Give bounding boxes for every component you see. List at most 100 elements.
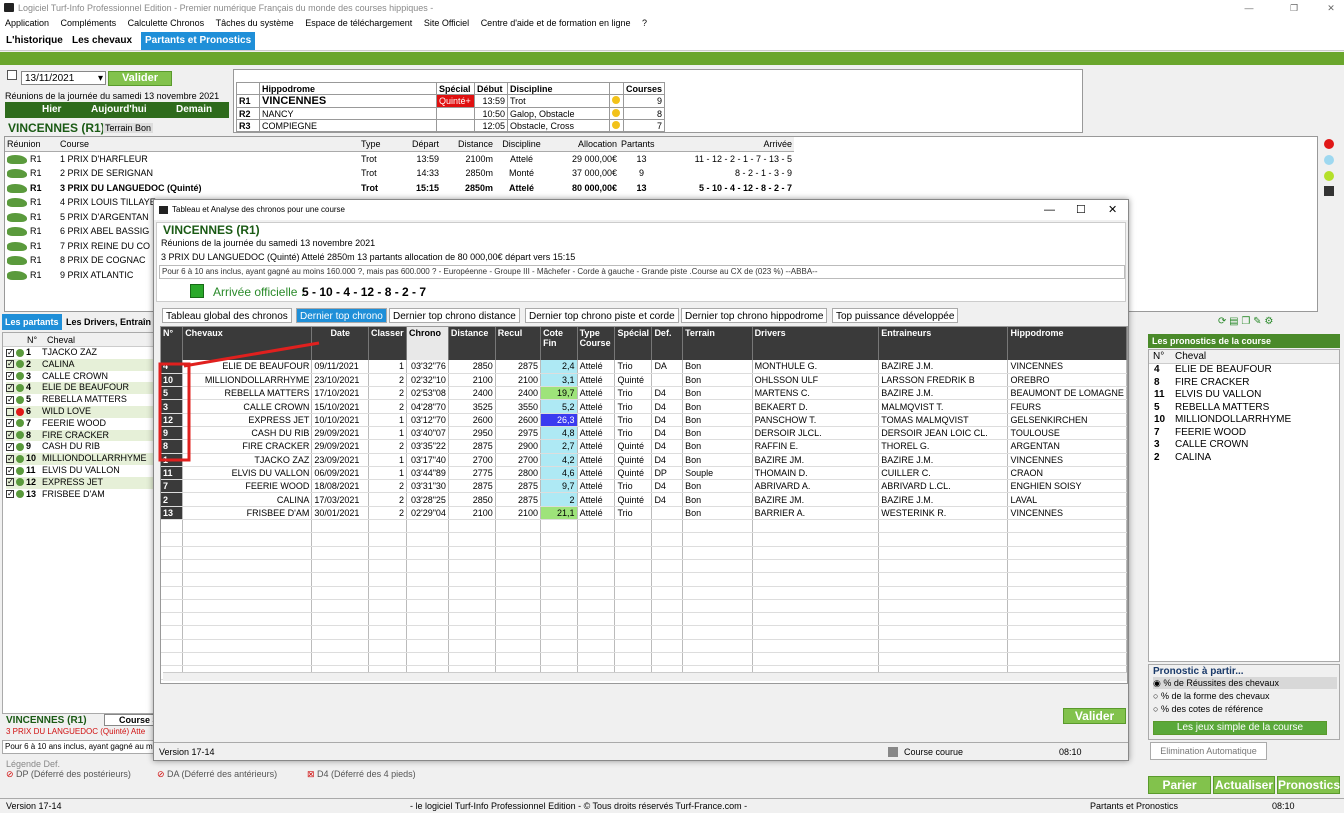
dialog-validate-button[interactable]: Valider: [1063, 708, 1126, 724]
menu-site[interactable]: Site Officiel: [424, 18, 469, 28]
menu-telechargement[interactable]: Espace de téléchargement: [305, 18, 412, 28]
checkbox-checked[interactable]: [6, 488, 14, 500]
copy-icon[interactable]: ❐: [1241, 316, 1250, 327]
list-item[interactable]: 2 CALINA: [1154, 452, 1339, 465]
checkbox-checked[interactable]: [6, 429, 14, 441]
list-item[interactable]: 11 ELVIS DU VALLON: [6, 465, 153, 477]
checkbox-unchecked[interactable]: [6, 407, 14, 416]
option-cotes[interactable]: ○ % des cotes de référence: [1153, 703, 1263, 715]
checkbox-checked[interactable]: [6, 441, 14, 453]
menu-calculette[interactable]: Calculette Chronos: [128, 18, 205, 28]
col-header[interactable]: Drivers: [752, 327, 880, 360]
list-item[interactable]: 9 CASH DU RIB: [6, 441, 153, 454]
list-item[interactable]: 2 CALINA: [6, 358, 153, 371]
date-input[interactable]: 13/11/2021 ▾: [21, 71, 106, 85]
table-row[interactable]: R3 COMPIEGNE 12:05 Obstacle, Cross 7: [236, 119, 666, 132]
list-item[interactable]: 4 ELIE DE BEAUFOUR: [1154, 364, 1339, 377]
col-header[interactable]: Distance: [448, 327, 496, 360]
nav-hier[interactable]: Hier: [42, 102, 61, 118]
col-header[interactable]: Classer: [368, 327, 408, 360]
checkbox-checked[interactable]: [6, 370, 14, 382]
subtab-global[interactable]: Tableau global des chronos: [162, 308, 292, 323]
tab-chevaux[interactable]: Les chevaux: [68, 32, 136, 50]
col-header[interactable]: Terrain: [682, 327, 753, 360]
list-item[interactable]: 10 MILLIONDOLLARRHYME: [6, 453, 153, 465]
menu-application[interactable]: Application: [5, 18, 49, 28]
nav-aujourdhui[interactable]: Aujourd'hui: [91, 102, 147, 118]
calendar-icon[interactable]: [7, 70, 17, 80]
list-item[interactable]: 5 REBELLA MATTERS: [6, 394, 153, 406]
table-row[interactable]: 2 CALINA 17/03/2021 2 03'28"25 2850 2875 2 Attel…: [161, 492, 1127, 507]
col-header[interactable]: Hippodrome: [1007, 327, 1127, 360]
subtab-distance[interactable]: Dernier top chrono distance: [389, 308, 520, 323]
table-row[interactable]: R1 VINCENNES Quinté+ 13:59 Trot 9: [236, 94, 666, 108]
tab-les-partants[interactable]: Les partants: [2, 314, 62, 330]
list-item[interactable]: 10 MILLIONDOLLARRHYME: [1154, 414, 1339, 427]
menu-aide[interactable]: Centre d'aide et de formation en ligne: [481, 18, 631, 28]
actualiser-button[interactable]: Actualiser: [1213, 776, 1275, 794]
pronostics-button[interactable]: Pronostics: [1277, 776, 1340, 794]
list-item[interactable]: 3 CALLE CROWN: [6, 370, 153, 383]
minimize-icon[interactable]: —: [1236, 0, 1262, 16]
menu-help[interactable]: ?: [642, 18, 647, 28]
subtab-hippodrome[interactable]: Dernier top chrono hippodrome: [681, 308, 828, 323]
col-header[interactable]: Cote Fin: [540, 327, 578, 360]
list-item[interactable]: 13 FRISBEE D'AM: [6, 488, 153, 501]
checkbox-checked[interactable]: [6, 394, 14, 406]
list-item[interactable]: 8 FIRE CRACKER: [6, 429, 153, 442]
parier-button[interactable]: Parier: [1148, 776, 1211, 794]
table-row[interactable]: R1 1 PRIX D'HARFLEUR Trot 13:59 2100m Attelé 2…: [5, 152, 794, 167]
checkbox-checked[interactable]: [6, 417, 14, 429]
maximize-icon[interactable]: ☐: [1076, 200, 1086, 220]
option-reussites[interactable]: ◉ % de Réussites des chevaux: [1153, 677, 1337, 689]
checkbox-checked[interactable]: [6, 358, 14, 370]
checkbox-checked[interactable]: [6, 382, 14, 394]
close-icon[interactable]: ✕: [1108, 200, 1117, 220]
checkbox-checked[interactable]: [6, 347, 14, 358]
restore-icon[interactable]: ❐: [1281, 0, 1307, 16]
list-item[interactable]: 8 FIRE CRACKER: [1154, 377, 1339, 390]
table-row[interactable]: 11 ELVIS DU VALLON 06/09/2021 1 03'44"89 2775…: [161, 466, 1127, 481]
col-header[interactable]: Type Course: [577, 327, 616, 360]
menu-taches[interactable]: Tâches du système: [216, 18, 294, 28]
option-forme[interactable]: ○ % de la forme des chevaux: [1153, 690, 1270, 702]
tab-partants[interactable]: Partants et Pronostics: [141, 32, 256, 50]
validate-date-button[interactable]: Valider: [108, 71, 172, 86]
list-item[interactable]: 5 REBELLA MATTERS: [1154, 402, 1339, 415]
horizontal-scrollbar[interactable]: [163, 672, 1127, 681]
tab-course[interactable]: Course 3: [104, 714, 154, 726]
col-header[interactable]: Recul: [495, 327, 542, 360]
checkbox-checked[interactable]: [6, 476, 14, 488]
checkbox-checked[interactable]: [6, 453, 14, 465]
list-item[interactable]: 12 EXPRESS JET: [6, 476, 153, 489]
list-item[interactable]: 1 TJACKO ZAZ: [6, 347, 153, 359]
table-row[interactable]: R1 2 PRIX DE SERIGNAN Trot 14:33 2850m Monté 3…: [5, 166, 794, 181]
list-item[interactable]: 6 WILD LOVE: [6, 405, 153, 418]
menu-complements[interactable]: Compléments: [61, 18, 117, 28]
list-item[interactable]: 3 CALLE CROWN: [1154, 439, 1339, 452]
print-icon[interactable]: [1324, 186, 1334, 196]
elimination-button[interactable]: Elimination Automatique: [1150, 742, 1267, 760]
list-item[interactable]: 7 FEERIE WOOD: [1154, 427, 1339, 440]
nav-demain[interactable]: Demain: [176, 102, 212, 118]
refresh-icon[interactable]: ⟳: [1218, 316, 1226, 327]
col-header[interactable]: Def.: [651, 327, 684, 360]
list-item[interactable]: 7 FEERIE WOOD: [6, 417, 153, 430]
table-row[interactable]: R1 3 PRIX DU LANGUEDOC (Quinté) Trot 15:15 2…: [5, 181, 794, 196]
minimize-icon[interactable]: —: [1044, 200, 1055, 220]
tab-historique[interactable]: L'historique: [2, 32, 67, 50]
edit-icon[interactable]: ✎: [1253, 316, 1261, 327]
col-header[interactable]: Spécial: [614, 327, 653, 360]
jeux-button[interactable]: Les jeux simple de la course: [1153, 721, 1327, 735]
table-row[interactable]: 7 FEERIE WOOD 18/08/2021 2 03'31"30 2875 2875 9…: [161, 479, 1127, 494]
close-icon[interactable]: ✕: [1318, 0, 1344, 16]
folder-icon[interactable]: ▤: [1229, 316, 1238, 327]
list-item[interactable]: 11 ELVIS DU VALLON: [1154, 389, 1339, 402]
table-row[interactable]: 13 FRISBEE D'AM 30/01/2021 2 02'29"04 2100 210…: [161, 506, 1127, 521]
checkbox-checked[interactable]: [6, 465, 14, 476]
list-item[interactable]: 4 ELIE DE BEAUFOUR: [6, 382, 153, 395]
settings-icon[interactable]: ⚙: [1264, 316, 1273, 327]
subtab-puissance[interactable]: Top puissance développée: [832, 308, 959, 323]
table-row[interactable]: R2 NANCY 10:50 Galop, Obstacle 8: [236, 107, 666, 120]
tab-drivers[interactable]: Les Drivers, Entraîn: [66, 314, 154, 330]
